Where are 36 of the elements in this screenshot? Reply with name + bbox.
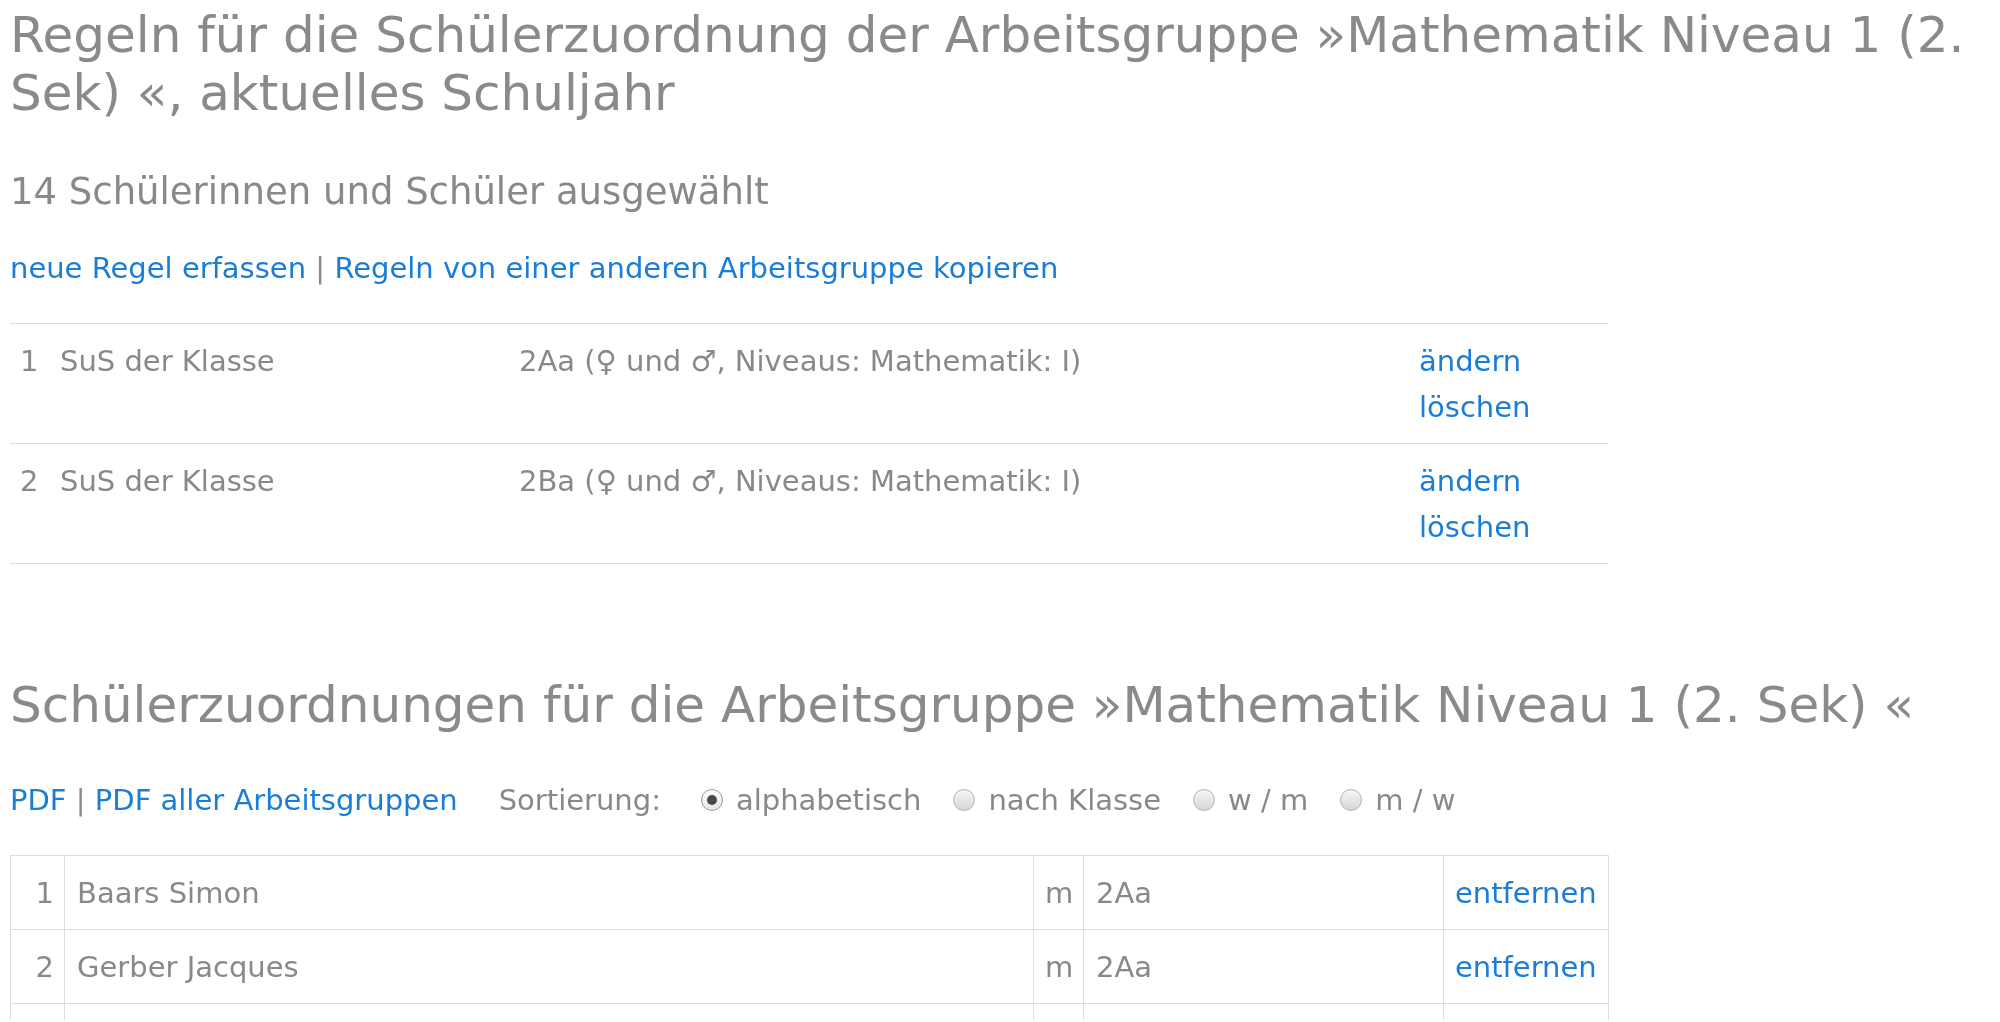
edit-link[interactable]: ändern — [1419, 458, 1522, 504]
pdf-link[interactable]: PDF — [10, 783, 67, 817]
radio-button[interactable] — [1340, 789, 1363, 811]
student-gender: m — [1045, 950, 1074, 984]
page-title: Regeln für die Schülerzuordnung der Arbeitsgruppe »Mathematik Niveau 1 (2. Sek) «, aktuelles Schuljahr — [10, 6, 1966, 122]
rule-subject: SuS der Klasse — [60, 464, 275, 498]
student-name: Baars Simon — [77, 876, 260, 910]
rule-criteria: 2Aa (♀ und ♂, Niveaus: Mathematik: I) — [519, 344, 1082, 378]
radio-button[interactable] — [700, 789, 723, 811]
rule-number: 2 — [20, 464, 39, 498]
new-rule-link[interactable]: neue Regel erfassen — [10, 251, 307, 285]
copy-rules-link[interactable]: Regeln von einer anderen Arbeitsgruppe kopieren — [334, 251, 1059, 285]
sort-option[interactable]: nach Klasse — [953, 777, 1162, 823]
sort-label: Sortierung: — [498, 782, 661, 819]
row-number: 1 — [35, 876, 54, 910]
section-title: Schülerzuordnungen für die Arbeitsgruppe »Mathematik Niveau 1 (2. Sek) « — [10, 676, 1916, 734]
rule-number: 1 — [20, 344, 39, 378]
rule-subject: SuS der Klasse — [60, 344, 275, 378]
row-number: 2 — [35, 950, 54, 984]
student-class: 2Aa — [1096, 950, 1153, 984]
student-name: Gerber Jacques — [77, 950, 299, 984]
pdf-all-link[interactable]: PDF aller Arbeitsgruppen — [94, 783, 458, 817]
radio-button[interactable] — [1193, 789, 1216, 811]
link-separator: | — [315, 251, 326, 285]
student-gender: m — [1045, 876, 1074, 910]
rule-criteria: 2Ba (♀ und ♂, Niveaus: Mathematik: I) — [519, 464, 1082, 498]
radio-button[interactable] — [953, 789, 976, 811]
sort-option[interactable]: alphabetisch — [700, 777, 922, 823]
selection-count: 14 Schülerinnen und Schüler ausgewählt — [10, 170, 770, 214]
link-separator: | — [75, 783, 86, 817]
delete-link[interactable]: löschen — [1419, 504, 1531, 550]
delete-link[interactable]: löschen — [1419, 384, 1531, 430]
edit-link[interactable]: ändern — [1419, 338, 1522, 384]
sort-option[interactable]: m / w — [1340, 777, 1456, 823]
student-class: 2Aa — [1096, 876, 1153, 910]
sort-option[interactable]: w / m — [1193, 777, 1309, 823]
